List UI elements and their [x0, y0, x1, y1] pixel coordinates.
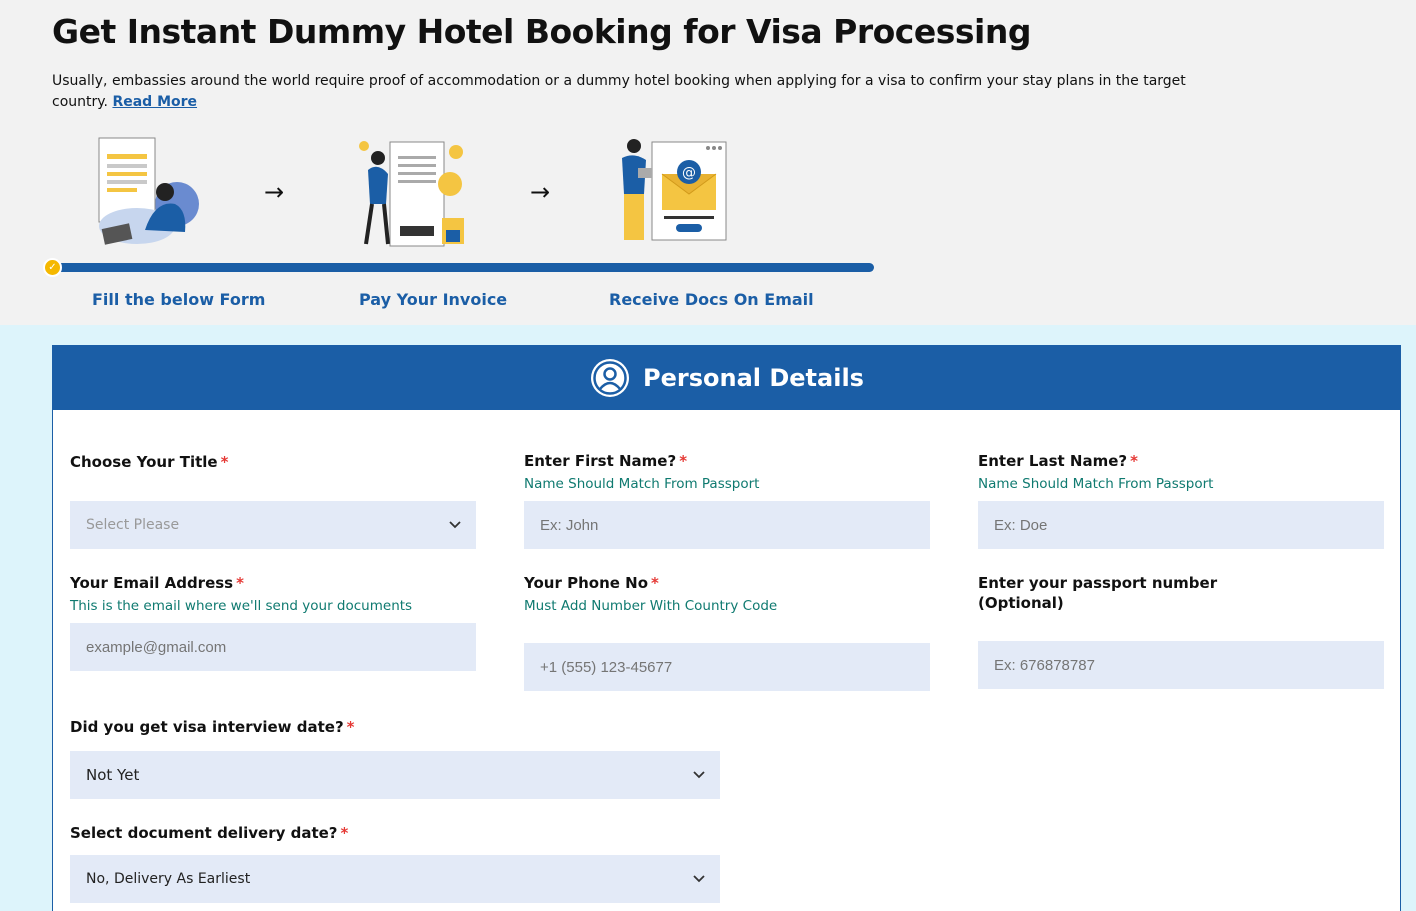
progress-bar: [52, 263, 874, 272]
step-arrow-icon: →: [530, 178, 551, 206]
personal-details-card: Personal Details Choose Your Title * Sele…: [52, 345, 1401, 911]
title-field-label: Choose Your Title *: [70, 453, 229, 471]
hero-section: Get Instant Dummy Hotel Booking for Visa…: [0, 0, 1416, 325]
interview-label: Did you get visa interview date? *: [70, 718, 355, 736]
section-title: Personal Details: [643, 364, 864, 392]
invoice-payment-illustration: [359, 141, 464, 247]
email-delivery-illustration: @: [622, 139, 727, 241]
chevron-down-icon: [693, 771, 705, 779]
step-label-receive-docs: Receive Docs On Email: [609, 290, 814, 309]
email-label: Your Email Address * This is the email wh…: [70, 574, 413, 614]
phone-label: Your Phone No * Must Add Number With Coun…: [524, 574, 778, 614]
progress-check-icon: ✓: [43, 258, 62, 277]
last-name-label: Enter Last Name? * Name Should Match From…: [978, 452, 1214, 492]
form-filling-illustration: [98, 137, 199, 245]
read-more-link[interactable]: Read More: [112, 94, 197, 110]
interview-select[interactable]: Not Yet: [70, 751, 720, 799]
step-label-pay-invoice: Pay Your Invoice: [359, 290, 508, 309]
step-arrow-icon: →: [264, 178, 285, 206]
page-title: Get Instant Dummy Hotel Booking for Visa…: [52, 12, 1031, 51]
chevron-down-icon: [693, 875, 705, 883]
first-name-label: Enter First Name? * Name Should Match Fro…: [524, 452, 760, 492]
passport-input[interactable]: [978, 641, 1384, 689]
title-select[interactable]: Select Please: [70, 501, 476, 549]
last-name-input[interactable]: [978, 501, 1384, 549]
passport-label: Enter your passport number (Optional): [978, 574, 1218, 612]
delivery-label: Select document delivery date? *: [70, 824, 349, 842]
user-avatar-icon: [591, 359, 630, 397]
email-input[interactable]: [70, 623, 476, 671]
chevron-down-icon: [449, 521, 461, 529]
section-header: Personal Details: [53, 346, 1400, 410]
first-name-input[interactable]: [524, 501, 930, 549]
svg-text:@: @: [682, 165, 696, 181]
phone-input[interactable]: [524, 643, 930, 691]
delivery-select[interactable]: No, Delivery As Earliest: [70, 855, 720, 903]
step-label-fill-form: Fill the below Form: [92, 290, 266, 309]
intro-text: Usually, embassies around the world requ…: [52, 73, 1186, 110]
